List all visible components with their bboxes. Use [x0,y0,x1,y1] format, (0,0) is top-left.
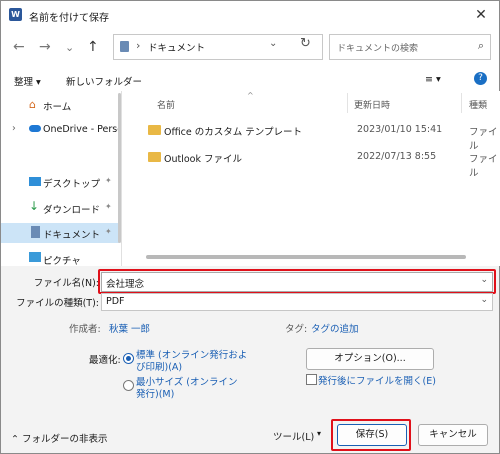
sidebar-item-label: ホーム [43,102,72,113]
filetype-label: ファイルの種類(T): [16,298,99,309]
sidebar-item-documents[interactable]: ドキュメント ✦ [1,223,119,243]
documents-folder-icon [120,41,129,52]
chevron-down-icon[interactable]: ⌄ [480,295,488,305]
desktop-icon [29,177,41,186]
breadcrumb-separator-icon: › [136,39,141,52]
sidebar-item-label: デスクトップ [43,179,101,190]
file-type: ファイル [469,154,498,179]
recent-locations-icon[interactable]: ⌄ [65,41,74,54]
search-icon[interactable]: ⌕ [478,39,484,53]
sidebar-item-label: ダウンロード [43,205,101,216]
word-app-icon: W [9,8,22,21]
filetype-select[interactable]: PDF ⌄ [101,293,493,311]
hide-folders-label: フォルダーの非表示 [22,434,108,445]
pin-icon: ✦ [105,202,112,211]
radio-standard[interactable] [123,353,134,364]
address-dropdown-icon[interactable]: ⌄ [269,38,277,49]
folder-icon [148,152,161,162]
sidebar-item-desktop[interactable]: デスクトップ ✦ [1,172,119,192]
sidebar-item-onedrive[interactable]: › OneDrive - Perso [1,120,121,140]
open-after-publish-label[interactable]: 発行後にファイルを開く(E) [318,373,436,387]
address-bar[interactable]: › ドキュメント [113,34,323,60]
file-name: Office のカスタム テンプレート [164,127,302,138]
filetype-value: PDF [106,296,125,307]
author-value[interactable]: 秋葉 一郎 [109,321,150,335]
column-divider[interactable] [347,93,348,113]
back-arrow-icon[interactable]: ← [13,39,25,55]
radio-standard-label[interactable]: 標準 (オンライン発行および印刷)(A) [136,350,251,374]
filename-label: ファイル名(N): [33,278,99,289]
view-options-icon[interactable]: ≡ ▾ [425,74,441,85]
cancel-button[interactable]: キャンセル [418,424,488,446]
forward-arrow-icon[interactable]: → [39,39,51,55]
sidebar-item-label: ピクチャ [43,256,81,266]
home-icon: ⌂ [29,98,36,111]
optimize-label: 最適化: [89,355,121,366]
up-arrow-icon[interactable]: ↑ [87,39,99,55]
sidebar-item-downloads[interactable]: ↓ ダウンロード ✦ [1,198,119,218]
file-date: 2022/07/13 8:55 [357,151,437,162]
highlight-box [98,269,496,294]
download-arrow-icon: ↓ [29,199,40,213]
horizontal-scrollbar[interactable] [146,255,466,259]
highlight-box [331,419,411,451]
list-item[interactable]: Outlook ファイル 2022/07/13 8:55 ファイル [122,147,500,179]
column-header-type[interactable]: 種類 [469,98,487,111]
title-bar: W 名前を付けて保存 ✕ [1,1,499,29]
column-header-name[interactable]: 名前 [157,98,175,111]
radio-minimum-size[interactable] [123,380,134,391]
open-after-publish-checkbox[interactable] [306,374,317,385]
sort-ascending-icon: ^ [247,91,254,100]
radio-minimum-label[interactable]: 最小サイズ (オンライン発行)(M) [136,377,241,401]
tools-dropdown-icon[interactable]: ▾ [317,429,321,438]
tools-button[interactable]: ツール(L) [273,429,314,443]
sidebar-item-home[interactable]: ⌂ ホーム [1,95,119,115]
tags-label: タグ: [285,324,308,335]
window-title: 名前を付けて保存 [29,13,109,24]
command-bar: 整理 ▾ 新しいフォルダー ≡ ▾ [1,65,499,91]
sidebar-item-pictures[interactable]: ピクチャ [1,249,119,266]
add-tag-link[interactable]: タグの追加 [311,321,359,335]
pictures-icon [29,252,41,262]
pin-icon: ✦ [105,227,112,236]
hide-folders-toggle[interactable]: ⌃ フォルダーの非表示 [11,431,108,445]
list-item[interactable]: Office のカスタム テンプレート 2023/01/10 15:41 ファイ… [122,120,500,152]
chevron-up-icon: ⌃ [11,434,19,445]
file-date: 2023/01/10 15:41 [357,124,443,135]
folder-icon [148,125,161,135]
options-button[interactable]: オプション(O)... [306,348,434,370]
new-folder-button[interactable]: 新しいフォルダー [66,74,142,88]
author-label: 作成者: [69,324,101,335]
file-name: Outlook ファイル [164,154,243,165]
expand-chevron-icon[interactable]: › [12,123,16,134]
help-icon[interactable]: ? [474,72,487,85]
search-placeholder: ドキュメントの検索 [337,44,419,54]
close-icon[interactable]: ✕ [471,5,491,25]
column-divider[interactable] [461,93,462,113]
pin-icon: ✦ [105,176,112,185]
search-input[interactable]: ドキュメントの検索 ⌕ [329,34,491,60]
sidebar-item-label: OneDrive - Perso [43,124,121,135]
organize-button[interactable]: 整理 ▾ [14,74,41,88]
documents-icon [31,226,40,238]
breadcrumb[interactable]: ドキュメント [148,40,205,54]
save-as-dialog: W 名前を付けて保存 ✕ ← → ⌄ ↑ › ドキュメント ⌄ ↻ ドキュメント… [0,0,500,454]
navigation-pane: ⌂ ホーム › OneDrive - Perso デスクトップ ✦ ↓ ダウンロ… [1,91,121,266]
cloud-icon [29,125,41,132]
refresh-icon[interactable]: ↻ [300,36,311,51]
sidebar-item-label: ドキュメント [43,230,101,241]
column-header-date[interactable]: 更新日時 [354,98,390,111]
file-list: ^ 名前 更新日時 種類 Office のカスタム テンプレート 2023/01… [121,91,500,266]
save-options-panel: ファイル名(N): 会社理念 ⌄ ファイルの種類(T): PDF ⌄ 作成者: … [1,266,499,453]
